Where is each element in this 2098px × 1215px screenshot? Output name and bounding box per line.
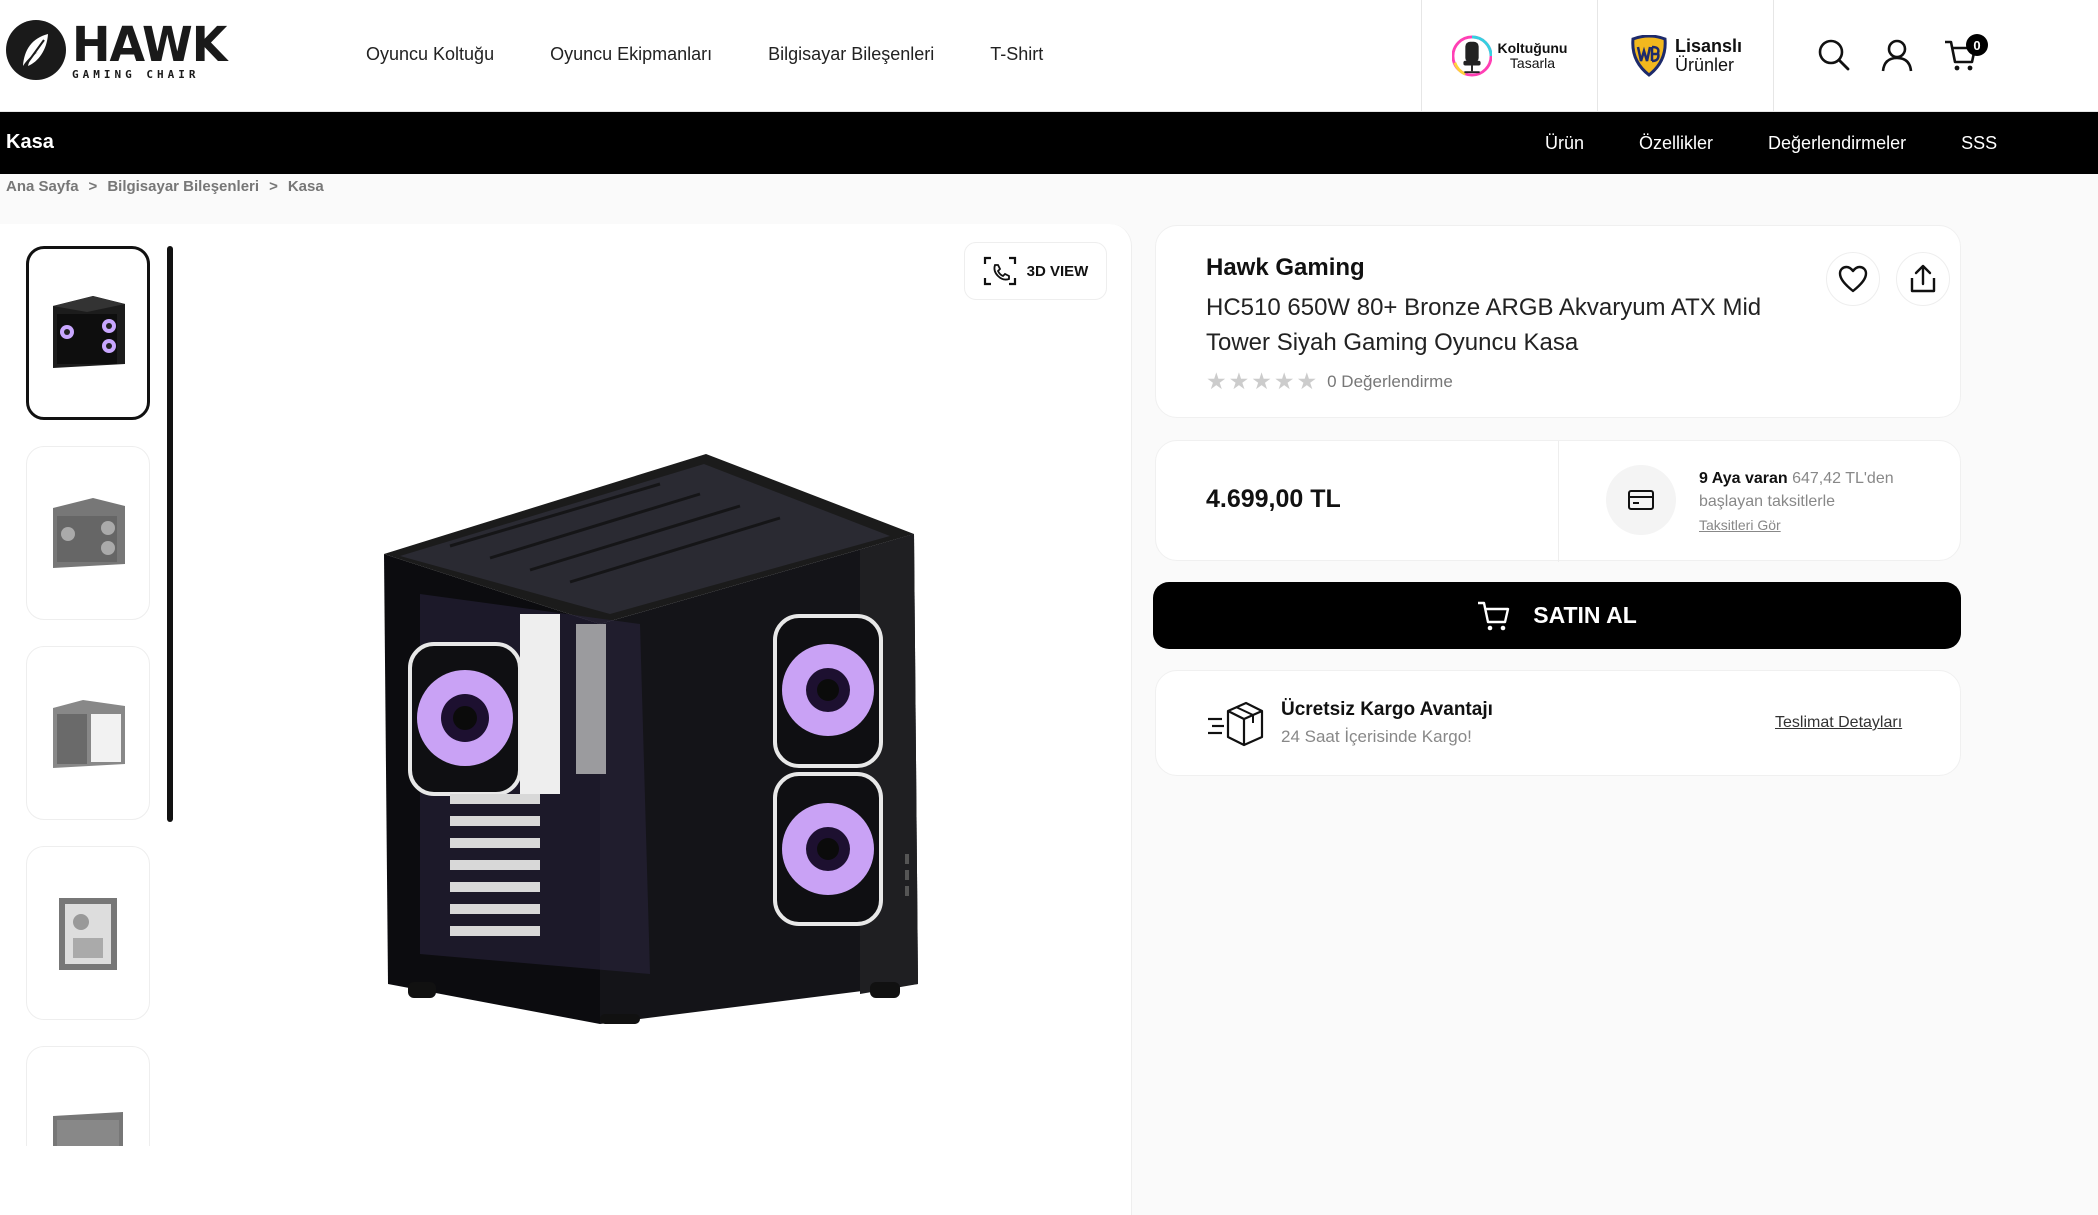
thumbnail-5[interactable] xyxy=(26,1046,150,1146)
section-link-sss[interactable]: SSS xyxy=(1961,133,1997,154)
product-price: 4.699,00 TL xyxy=(1206,485,1341,513)
installment-amount: 647,42 TL'den xyxy=(1792,470,1894,487)
user-icon[interactable] xyxy=(1880,38,1914,72)
product-brand[interactable]: Hawk Gaming xyxy=(1206,254,1365,282)
licensed-products-promo[interactable]: Lisanslı Ürünler xyxy=(1597,0,1773,111)
rating-count: 0 Değerlendirme xyxy=(1327,371,1453,391)
main-nav: Oyuncu Koltuğu Oyuncu Ekipmanları Bilgis… xyxy=(366,44,1043,65)
star-icon: ★ xyxy=(1273,368,1295,394)
product-main-image[interactable] xyxy=(360,454,960,1024)
section-link-ozellikler[interactable]: Özellikler xyxy=(1639,133,1713,154)
installment-suffix: başlayan taksitlerle xyxy=(1699,493,1836,510)
breadcrumb-category[interactable]: Bilgisayar Bileşenleri xyxy=(107,178,259,195)
licensed-promo-line2: Ürünler xyxy=(1674,54,1735,75)
design-chair-promo[interactable]: Koltuğunu Tasarla xyxy=(1421,0,1597,111)
credit-card-icon xyxy=(1606,465,1676,535)
price-card: 4.699,00 TL 9 Aya varan 647,42 TL'den ba… xyxy=(1155,440,1961,562)
nav-item-bilgisayar-bilesenleri[interactable]: Bilgisayar Bileşenleri xyxy=(768,44,934,65)
thumbnail-1[interactable] xyxy=(26,246,150,420)
gaming-chair-icon xyxy=(1451,33,1492,79)
shipping-subtitle: 24 Saat İçerisinde Kargo! xyxy=(1281,727,1472,746)
fast-shipping-box-icon xyxy=(1206,699,1264,749)
product-rating[interactable]: ★ ★ ★ ★ ★ 0 Değerlendirme xyxy=(1206,370,1453,393)
product-subnav-bar: Kasa Ürün Özellikler Değerlendirmeler SS… xyxy=(0,112,2098,174)
thumbnail-4[interactable] xyxy=(26,846,150,1020)
nav-item-oyuncu-koltugu[interactable]: Oyuncu Koltuğu xyxy=(366,44,494,65)
installment-info: 9 Aya varan 647,42 TL'den başlayan taksi… xyxy=(1699,467,1894,513)
nav-item-t-shirt[interactable]: T-Shirt xyxy=(990,44,1043,65)
divider xyxy=(1558,441,1559,562)
design-promo-line1: Koltuğunu xyxy=(1497,39,1568,56)
thumbnail-list xyxy=(26,246,151,1146)
breadcrumb-separator: > xyxy=(269,178,278,195)
section-link-urun[interactable]: Ürün xyxy=(1545,133,1584,154)
view-installments-link[interactable]: Taksitleri Gör xyxy=(1699,517,1781,533)
site-logo[interactable]: HAWK GAMING CHAIR xyxy=(6,15,227,80)
hawk-feather-icon xyxy=(6,20,66,80)
delivery-details-link[interactable]: Teslimat Detayları xyxy=(1775,714,1902,732)
3d-view-button[interactable]: 3D VIEW xyxy=(964,242,1107,300)
breadcrumb-separator: > xyxy=(88,178,98,195)
case-side-thumb-image xyxy=(53,700,125,768)
shipping-card: Ücretsiz Kargo Avantajı 24 Saat İçerisin… xyxy=(1155,670,1961,776)
product-gallery: 3D VIEW xyxy=(0,224,1132,1215)
logo-wordmark: HAWK xyxy=(72,15,227,72)
nav-item-oyuncu-ekipmanlari[interactable]: Oyuncu Ekipmanları xyxy=(550,44,712,65)
case-angle-thumb-image xyxy=(53,498,125,568)
thumbnail-2[interactable] xyxy=(26,446,150,620)
case-front-thumb-image xyxy=(53,296,125,368)
breadcrumb-current[interactable]: Kasa xyxy=(288,178,324,195)
share-icon xyxy=(1910,264,1936,293)
share-button[interactable] xyxy=(1896,252,1950,306)
search-icon[interactable] xyxy=(1817,38,1851,72)
shipping-title: Ücretsiz Kargo Avantajı xyxy=(1281,699,1493,720)
star-icon: ★ xyxy=(1228,368,1250,394)
cart-count-badge: 0 xyxy=(1966,34,1988,56)
product-title-card: Hawk Gaming HC510 650W 80+ Bronze ARGB A… xyxy=(1155,225,1961,418)
breadcrumb: Ana Sayfa > Bilgisayar Bileşenleri > Kas… xyxy=(6,178,324,195)
case-rear-thumb-image xyxy=(53,1112,123,1146)
buy-button-label: SATIN AL xyxy=(1533,602,1637,628)
star-icon: ★ xyxy=(1206,368,1227,394)
case-interior-thumb-image xyxy=(59,898,117,970)
product-title: HC510 650W 80+ Bronze ARGB Akvaryum ATX … xyxy=(1206,294,1762,356)
site-header: HAWK GAMING CHAIR Oyuncu Koltuğu Oyuncu … xyxy=(0,0,2098,112)
licensed-promo-line1: Lisanslı xyxy=(1674,35,1743,56)
installment-months: 9 Aya varan xyxy=(1699,470,1788,487)
header-actions: 0 xyxy=(1773,0,1988,111)
heart-icon xyxy=(1838,265,1868,293)
thumbnail-scrollbar[interactable] xyxy=(167,246,173,822)
breadcrumb-home[interactable]: Ana Sayfa xyxy=(6,178,79,195)
thumbnail-3[interactable] xyxy=(26,646,150,820)
star-icon: ★ xyxy=(1296,368,1318,394)
favorite-button[interactable] xyxy=(1826,252,1880,306)
star-icon: ★ xyxy=(1251,368,1272,394)
3d-rotate-icon xyxy=(983,256,1016,286)
section-link-degerlendirmeler[interactable]: Değerlendirmeler xyxy=(1768,133,1906,154)
cart-icon xyxy=(1478,601,1510,630)
wb-shield-icon xyxy=(1629,33,1669,79)
design-promo-line2: Tasarla xyxy=(1509,54,1556,71)
buy-button[interactable]: SATIN AL xyxy=(1153,582,1961,649)
3d-view-label: 3D VIEW xyxy=(1026,262,1089,280)
cart-icon[interactable]: 0 xyxy=(1944,34,1988,72)
category-title: Kasa xyxy=(6,131,54,153)
section-nav: Ürün Özellikler Değerlendirmeler SSS xyxy=(1545,133,1997,154)
